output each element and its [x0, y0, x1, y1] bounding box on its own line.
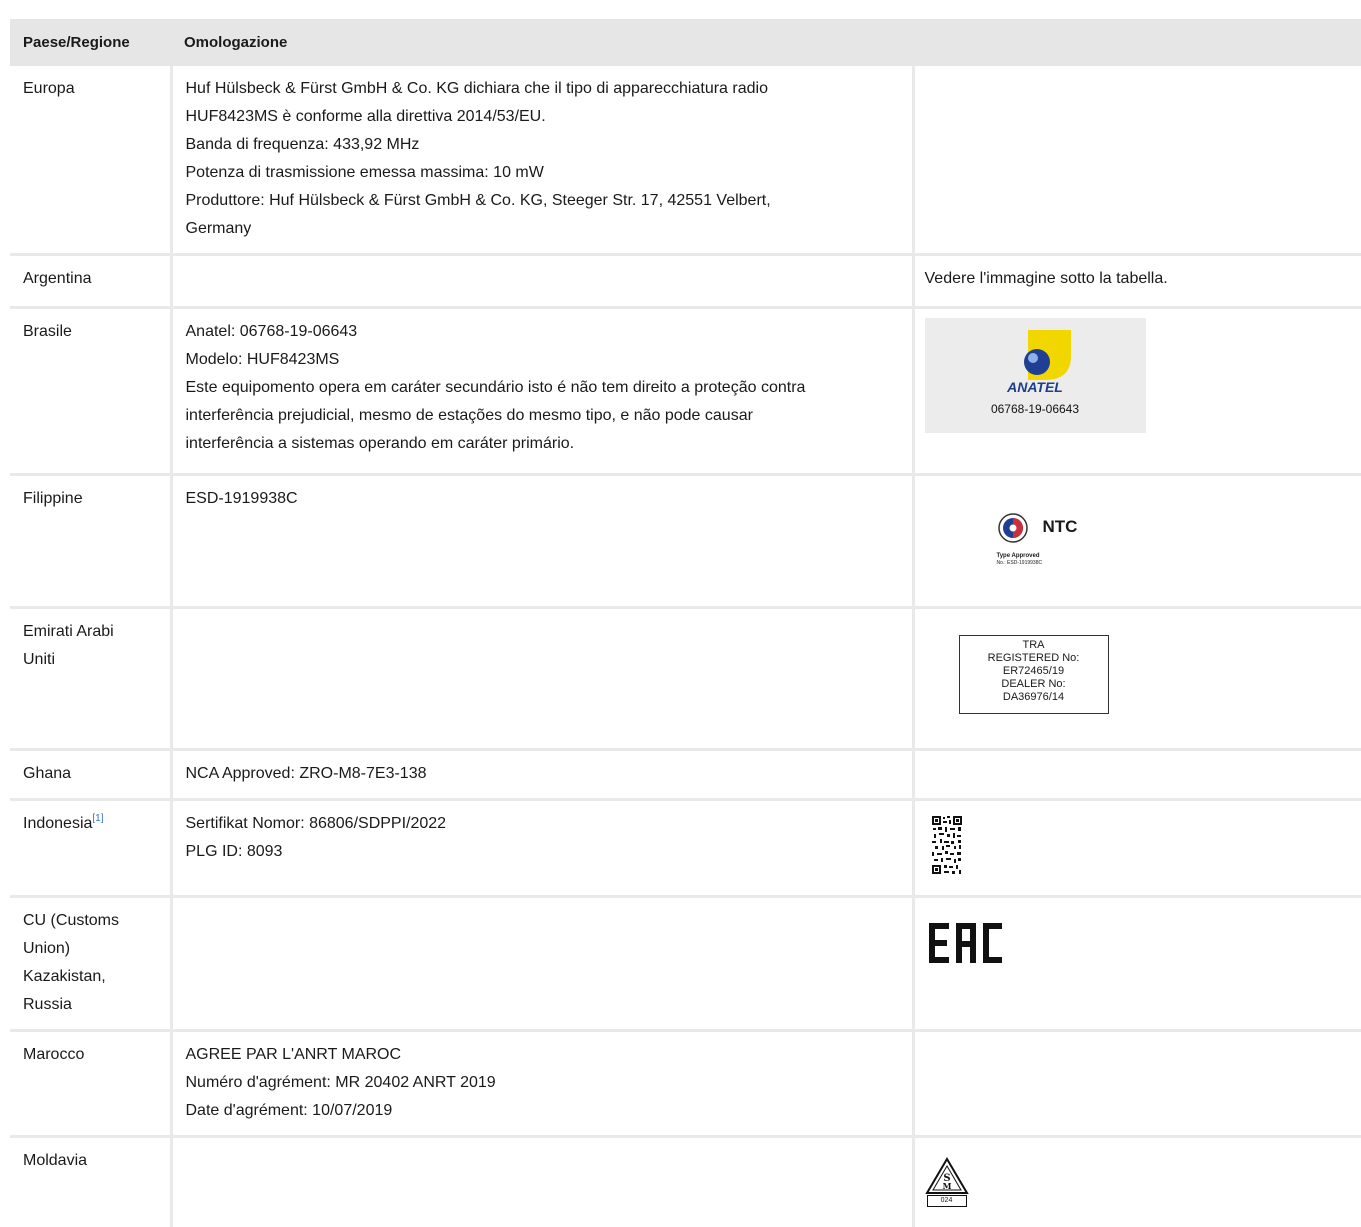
- logo-cell: [911, 896, 1361, 1032]
- logo-cell: ANATEL 06768-19-06643: [911, 307, 1361, 476]
- approval-table: Paese/Regione Omologazione Europa Huf Hü…: [10, 19, 1361, 1227]
- header-region: Paese/Regione: [10, 19, 171, 66]
- approval-cell: ESD-1919938C: [169, 474, 913, 609]
- logo-cell: NTC Type Approved No.: ESD-1919938C: [911, 474, 1361, 609]
- region-cell: CU (Customs Union) Kazakistan, Russia: [10, 896, 171, 1032]
- approval-cell: Huf Hülsbeck & Fürst GmbH & Co. KG dichi…: [169, 66, 913, 256]
- approval-cell: [169, 896, 913, 1032]
- table-header-row: Paese/Regione Omologazione: [10, 19, 1361, 66]
- approval-cell: [169, 254, 913, 309]
- logo-cell: [911, 66, 1361, 256]
- region-cell: Europa: [10, 66, 171, 256]
- ntc-brand: NTC: [1042, 517, 1078, 536]
- approval-cell: [169, 1136, 913, 1227]
- table-row: Indonesia[1] Sertifikat Nomor: 86806/SDP…: [10, 799, 1361, 898]
- ntc-logo: NTC Type Approved No.: ESD-1919938C: [995, 513, 1115, 573]
- logo-cell: [911, 1030, 1361, 1138]
- moldova-sm-number: 024: [926, 1195, 967, 1207]
- approval-cell: Anatel: 06768-19-06643 Modelo: HUF8423MS…: [169, 307, 913, 476]
- logo-cell: [911, 749, 1361, 801]
- region-cell: Filippine: [10, 474, 171, 609]
- region-cell: Emirati Arabi Uniti: [10, 607, 171, 751]
- anatel-icon: [1023, 330, 1071, 380]
- logo-cell: [911, 799, 1361, 898]
- logo-cell: S M 024: [911, 1136, 1361, 1227]
- ntc-icon: [997, 513, 1028, 543]
- anatel-logo: ANATEL 06768-19-06643: [924, 318, 1146, 433]
- footnote-link[interactable]: [1]: [92, 813, 103, 824]
- ntc-approved: Type Approved: [996, 553, 1040, 559]
- anatel-brand: ANATEL: [1007, 379, 1063, 395]
- approval-table-container: Paese/Regione Omologazione Europa Huf Hü…: [10, 19, 1361, 1227]
- tra-label: TRA REGISTERED No: ER72465/19 DEALER No:…: [958, 635, 1109, 714]
- region-cell: Indonesia[1]: [10, 799, 171, 898]
- region-cell: Ghana: [10, 749, 171, 801]
- approval-cell: [169, 607, 913, 751]
- qr-code-icon: [930, 815, 963, 875]
- region-cell: Marocco: [10, 1030, 171, 1138]
- table-row: Emirati Arabi Uniti TRA REGISTERED No: E…: [10, 607, 1361, 751]
- table-row: Filippine ESD-1919938C NTC Type Approved…: [10, 474, 1361, 609]
- region-cell: Argentina: [10, 254, 171, 309]
- table-row: CU (Customs Union) Kazakistan, Russia: [10, 896, 1361, 1032]
- ntc-number: No.: ESD-1919938C: [996, 560, 1043, 566]
- table-row: Ghana NCA Approved: ZRO-M8-7E3-138: [10, 749, 1361, 801]
- svg-text:M: M: [942, 1181, 951, 1191]
- eac-mark-icon: [928, 923, 1002, 963]
- anatel-number: 06768-19-06643: [990, 402, 1080, 416]
- header-approval: Omologazione: [171, 19, 1361, 66]
- moldova-sm-icon: S M: [924, 1157, 969, 1194]
- table-row: Argentina Vedere l'immagine sotto la tab…: [10, 254, 1361, 309]
- table-row: Moldavia S M 024: [10, 1136, 1361, 1227]
- approval-cell: AGREE PAR L'ANRT MAROC Numéro d'agrément…: [169, 1030, 913, 1138]
- approval-cell: NCA Approved: ZRO-M8-7E3-138: [169, 749, 913, 801]
- table-row: Marocco AGREE PAR L'ANRT MAROC Numéro d'…: [10, 1030, 1361, 1138]
- table-row: Brasile Anatel: 06768-19-06643 Modelo: H…: [10, 307, 1361, 476]
- region-cell: Moldavia: [23, 1152, 88, 1169]
- note-cell: Vedere l'immagine sotto la tabella.: [911, 254, 1361, 309]
- table-row: Europa Huf Hülsbeck & Fürst GmbH & Co. K…: [10, 66, 1361, 256]
- region-cell: Brasile: [10, 307, 171, 476]
- logo-cell: TRA REGISTERED No: ER72465/19 DEALER No:…: [911, 607, 1361, 751]
- moldova-sm-mark: S M 024: [924, 1157, 969, 1207]
- approval-cell: Sertifikat Nomor: 86806/SDPPI/2022 PLG I…: [169, 799, 913, 898]
